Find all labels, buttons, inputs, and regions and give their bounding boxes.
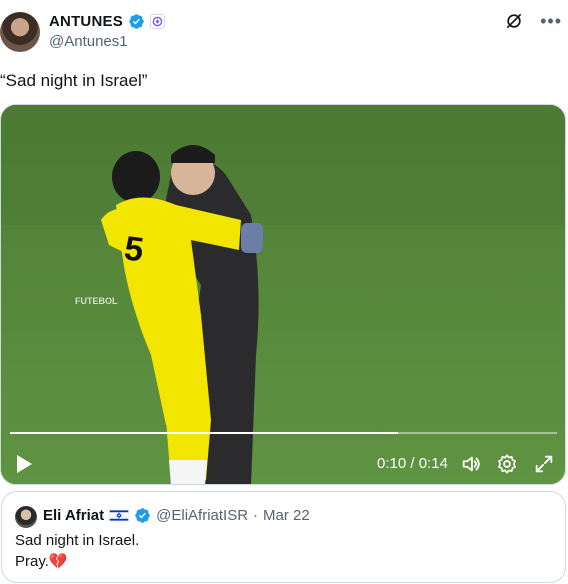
author-name-row: ANTUNES [49,13,165,30]
video-progress-bar[interactable] [10,432,557,434]
video-time: 0:10 / 0:14 [377,454,448,474]
quote-author-avatar[interactable] [15,506,37,528]
quote-handle[interactable]: @EliAfriatISR [156,507,248,524]
settings-gear-icon[interactable] [496,453,518,475]
duration: 0:14 [418,455,448,472]
author-display-name[interactable]: ANTUNES [49,13,123,30]
time-separator: / [410,455,415,472]
video-player[interactable]: 5 FUTEBOL 0:10 / 0:14 [0,104,566,485]
video-frame: 5 FUTEBOL [1,105,565,484]
tweet-text: “Sad night in Israel” [0,71,148,90]
author-avatar[interactable] [0,12,40,52]
quote-text-line2: Pray.💔 [15,553,68,570]
quote-verified-badge-icon [135,508,150,523]
volume-icon[interactable] [460,453,482,475]
tweet-top-actions: ••• [504,11,562,31]
affiliation-badge-icon[interactable] [149,14,165,29]
verified-badge-icon [129,14,144,29]
quote-header: Eli Afriat @EliAfriatISR · Mar 22 [43,507,310,524]
israel-flag-icon [109,509,129,522]
video-progress-fill [10,432,399,434]
author-handle[interactable]: @Antunes1 [49,33,128,50]
play-icon[interactable] [15,454,33,474]
fullscreen-icon[interactable] [533,453,555,475]
current-time: 0:10 [377,455,407,472]
video-watermark: FUTEBOL [75,296,118,306]
quote-text-line1: Sad night in Israel. [15,532,140,549]
quote-date[interactable]: Mar 22 [263,507,310,524]
quote-display-name[interactable]: Eli Afriat [43,507,104,524]
more-icon[interactable]: ••• [540,11,562,31]
quoted-tweet[interactable]: Eli Afriat @EliAfriatISR · Mar 22 Sad ni… [1,491,566,583]
grok-icon[interactable] [504,11,524,31]
quote-dot: · [253,507,259,524]
